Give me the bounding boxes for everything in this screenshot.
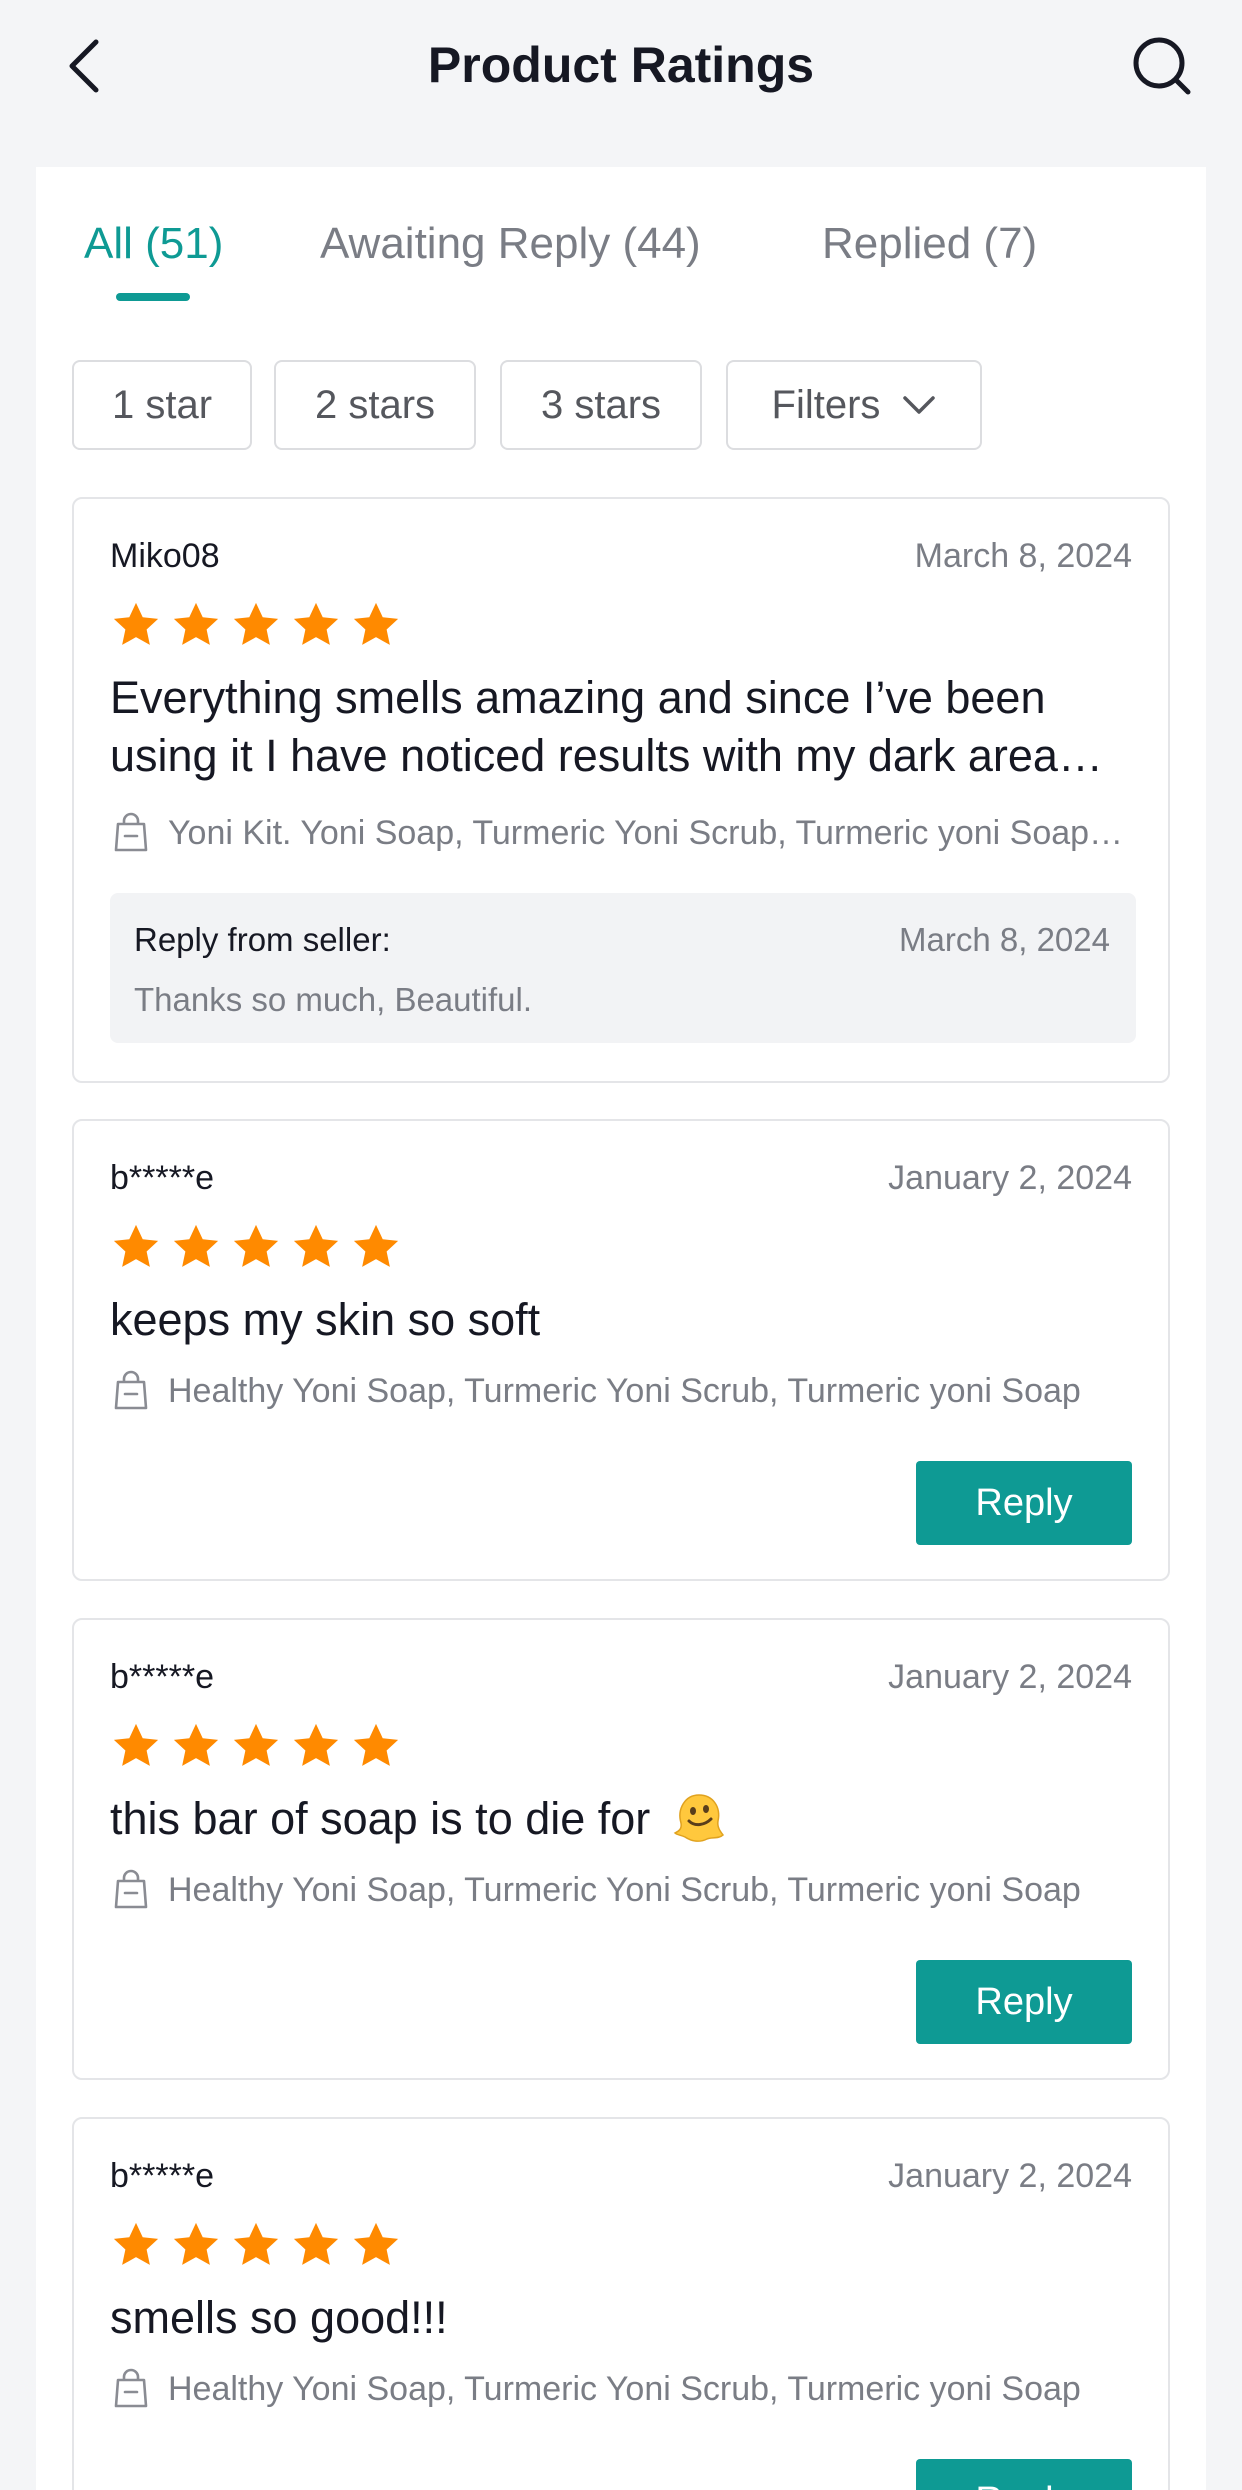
star-icon xyxy=(353,2222,399,2265)
ratings-panel: All (51) Awaiting Reply (44) Replied (7)… xyxy=(36,167,1206,2490)
product-list: Healthy Yoni Soap, Turmeric Yoni Scrub, … xyxy=(168,2369,1081,2408)
reviewer-name: Miko08 xyxy=(110,537,220,575)
star-icon xyxy=(293,602,339,645)
tab-awaiting-reply[interactable]: Awaiting Reply (44) xyxy=(320,219,701,269)
chip-label: Filters xyxy=(771,382,881,427)
review-products: Yoni Kit. Yoni Soap, Turmeric Yoni Scrub… xyxy=(110,811,1140,855)
reply-button[interactable]: Reply xyxy=(916,1960,1132,2044)
app-header: Product Ratings xyxy=(0,0,1242,136)
review-date: January 2, 2024 xyxy=(888,1159,1132,1197)
shopping-bag-icon xyxy=(114,2368,148,2408)
star-icon xyxy=(233,602,279,645)
review-date: March 8, 2024 xyxy=(914,537,1132,575)
tab-all[interactable]: All (51) xyxy=(84,219,223,269)
star-icon xyxy=(173,602,219,645)
chip-label: 1 star xyxy=(111,382,213,427)
melting-face-emoji-icon xyxy=(673,1794,724,1843)
chip-3-stars[interactable]: 3 stars xyxy=(500,360,702,450)
star-rating xyxy=(110,1720,402,1772)
reviewer-name: b*****e xyxy=(110,2157,214,2195)
product-list: Yoni Kit. Yoni Soap, Turmeric Yoni Scrub… xyxy=(168,813,1124,852)
chip-1-star[interactable]: 1 star xyxy=(72,360,252,450)
active-tab-indicator xyxy=(116,293,190,301)
reviewer-name: b*****e xyxy=(110,1159,214,1197)
shopping-bag-icon xyxy=(114,1370,148,1410)
chip-2-stars[interactable]: 2 stars xyxy=(274,360,476,450)
review-card: b*****e January 2, 2024 keeps my skin so… xyxy=(72,1119,1170,1581)
review-products: Healthy Yoni Soap, Turmeric Yoni Scrub, … xyxy=(110,2367,1140,2411)
chip-filters[interactable]: Filters xyxy=(726,360,982,450)
star-icon xyxy=(353,1723,399,1766)
star-rating xyxy=(110,1221,402,1273)
review-text: keeps my skin so soft xyxy=(110,1294,541,1345)
star-icon xyxy=(233,2222,279,2265)
star-icon xyxy=(353,1224,399,1267)
chip-label: 2 stars xyxy=(314,382,436,427)
search-button[interactable] xyxy=(1126,30,1198,102)
star-icon xyxy=(173,1723,219,1766)
page-title: Product Ratings xyxy=(427,37,815,93)
review-date: January 2, 2024 xyxy=(888,1658,1132,1696)
review-card: b*****e January 2, 2024 this bar of soap… xyxy=(72,1618,1170,2080)
review-text-row: this bar of soap is to die for xyxy=(110,1790,1130,1848)
review-card: Miko08 March 8, 2024 Everything smells a… xyxy=(72,497,1170,1083)
review-card: b*****e January 2, 2024 smells so good!!… xyxy=(72,2117,1170,2490)
reply-button[interactable]: Reply xyxy=(916,2459,1132,2490)
star-icon xyxy=(173,2222,219,2265)
review-date: January 2, 2024 xyxy=(888,2157,1132,2195)
star-icon xyxy=(113,1224,159,1267)
search-icon xyxy=(1133,37,1191,95)
star-icon xyxy=(113,2222,159,2265)
seller-reply: Reply from seller: March 8, 2024 Thanks … xyxy=(110,893,1136,1043)
review-products: Healthy Yoni Soap, Turmeric Yoni Scrub, … xyxy=(110,1868,1140,1912)
shopping-bag-icon xyxy=(114,1869,148,1909)
star-icon xyxy=(293,1224,339,1267)
review-text: Everything smells amazing and since I’ve… xyxy=(110,672,1103,781)
reply-button[interactable]: Reply xyxy=(916,1461,1132,1545)
star-rating xyxy=(110,2219,402,2271)
reply-label: Reply from seller: xyxy=(134,921,391,958)
reviewer-name: b*****e xyxy=(110,1658,214,1696)
review-text: this bar of soap is to die for xyxy=(110,1793,651,1844)
product-list: Healthy Yoni Soap, Turmeric Yoni Scrub, … xyxy=(168,1371,1081,1410)
shopping-bag-icon xyxy=(114,812,148,852)
review-products: Healthy Yoni Soap, Turmeric Yoni Scrub, … xyxy=(110,1369,1140,1413)
star-icon xyxy=(293,2222,339,2265)
chevron-down-icon xyxy=(903,396,936,414)
chip-label: 3 stars xyxy=(540,382,662,427)
tab-bar: All (51) Awaiting Reply (44) Replied (7) xyxy=(36,167,1206,307)
star-icon xyxy=(233,1723,279,1766)
star-icon xyxy=(113,602,159,645)
star-icon xyxy=(293,1723,339,1766)
tab-replied[interactable]: Replied (7) xyxy=(822,219,1037,269)
star-icon xyxy=(233,1224,279,1267)
reply-date: March 8, 2024 xyxy=(899,921,1110,958)
star-icon xyxy=(113,1723,159,1766)
star-rating xyxy=(110,599,402,651)
product-list: Healthy Yoni Soap, Turmeric Yoni Scrub, … xyxy=(168,1870,1081,1909)
star-icon xyxy=(353,602,399,645)
reply-text: Thanks so much, Beautiful. xyxy=(134,981,533,1018)
star-icon xyxy=(173,1224,219,1267)
review-text: smells so good!!! xyxy=(110,2292,448,2343)
